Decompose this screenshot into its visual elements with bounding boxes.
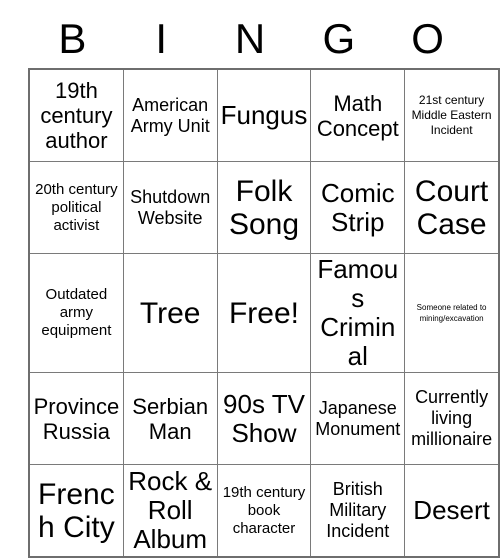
bingo-cell[interactable]: Court Case <box>404 161 500 254</box>
bingo-cell[interactable]: Outdated army equipment <box>28 253 124 373</box>
bingo-cell[interactable]: Famous Criminal <box>310 253 406 373</box>
bingo-row: 20th century political activist Shutdown… <box>28 161 500 254</box>
bingo-row: Province Russia Serbian Man 90s TV Show … <box>28 372 500 465</box>
bingo-cell-label: Shutdown Website <box>130 186 211 228</box>
bingo-cell-label: Free! <box>228 296 299 330</box>
bingo-cell[interactable]: Math Concept <box>310 68 406 162</box>
bingo-header: B I N G O <box>28 10 472 68</box>
bingo-cell[interactable]: 20th century political activist <box>28 161 124 254</box>
bingo-cell-label: Rock & Roll Album <box>128 466 213 554</box>
bingo-cell-label: Famous Criminal <box>317 254 399 371</box>
bingo-cell[interactable]: Desert <box>404 464 500 558</box>
header-letter-g: G <box>322 15 356 62</box>
bingo-cell[interactable]: Rock & Roll Album <box>122 464 218 558</box>
bingo-cell[interactable]: 90s TV Show <box>216 372 312 465</box>
header-letter-n: N <box>234 15 266 62</box>
header-letter-i: I <box>155 15 168 62</box>
bingo-cell[interactable]: Fungus <box>216 68 312 162</box>
bingo-cell[interactable]: Province Russia <box>28 372 124 465</box>
bingo-cell[interactable]: 21st century Middle Eastern Incident <box>404 68 500 162</box>
bingo-card: B I N G O 19th century author American A… <box>28 10 500 558</box>
bingo-cell-label: French City <box>38 477 115 544</box>
bingo-cell-label: Someone related to mining/excavation <box>416 303 487 323</box>
bingo-cell-label: Math Concept <box>316 90 399 141</box>
bingo-row: 19th century author American Army Unit F… <box>28 68 500 162</box>
bingo-cell-label: 90s TV Show <box>223 388 305 448</box>
bingo-cell-label: Japanese Monument <box>315 397 401 439</box>
bingo-cell[interactable]: Comic Strip <box>310 161 406 254</box>
bingo-cell-label: Folk Song <box>228 174 300 241</box>
bingo-cell-label: Fungus <box>220 100 308 130</box>
bingo-grid: 19th century author American Army Unit F… <box>28 68 500 558</box>
bingo-cell[interactable]: Folk Song <box>216 161 312 254</box>
bingo-cell[interactable]: Shutdown Website <box>122 161 218 254</box>
header-letter-o: O <box>411 15 444 62</box>
bingo-cell-label: American Army Unit <box>130 94 210 136</box>
bingo-cell-label: British Military Incident <box>326 479 390 541</box>
bingo-cell-label: 19th century book character <box>222 483 306 537</box>
header-letter-b: B <box>58 15 87 62</box>
bingo-cell-label: Tree <box>139 296 201 330</box>
bingo-cell[interactable]: Currently living millionaire <box>404 372 500 465</box>
bingo-row: French City Rock & Roll Album 19th centu… <box>28 464 500 558</box>
bingo-cell-label: Serbian Man <box>132 393 209 444</box>
bingo-cell[interactable]: 19th century book character <box>216 464 312 558</box>
bingo-cell-label: 20th century political activist <box>35 180 118 234</box>
bingo-cell-label: Outdated army equipment <box>41 286 112 339</box>
bingo-cell-label: Comic Strip <box>320 177 395 237</box>
bingo-cell-label: Currently living millionaire <box>411 387 493 449</box>
bingo-cell[interactable]: 19th century author <box>28 68 124 162</box>
bingo-cell[interactable]: French City <box>28 464 124 558</box>
bingo-cell-label: Desert <box>413 495 490 525</box>
bingo-cell-free[interactable]: Free! <box>216 253 312 373</box>
bingo-cell-label: Court Case <box>414 174 489 241</box>
bingo-cell-label: 21st century Middle Eastern Incident <box>411 93 492 137</box>
bingo-cell[interactable]: Serbian Man <box>122 372 218 465</box>
bingo-cell[interactable]: Japanese Monument <box>310 372 406 465</box>
bingo-cell[interactable]: Tree <box>122 253 218 373</box>
bingo-cell[interactable]: American Army Unit <box>122 68 218 162</box>
bingo-cell[interactable]: Someone related to mining/excavation <box>404 253 500 373</box>
bingo-cell-label: Province Russia <box>33 393 120 444</box>
bingo-row: Outdated army equipment Tree Free! Famou… <box>28 253 500 373</box>
bingo-cell-label: 19th century author <box>40 78 113 153</box>
bingo-cell[interactable]: British Military Incident <box>310 464 406 558</box>
